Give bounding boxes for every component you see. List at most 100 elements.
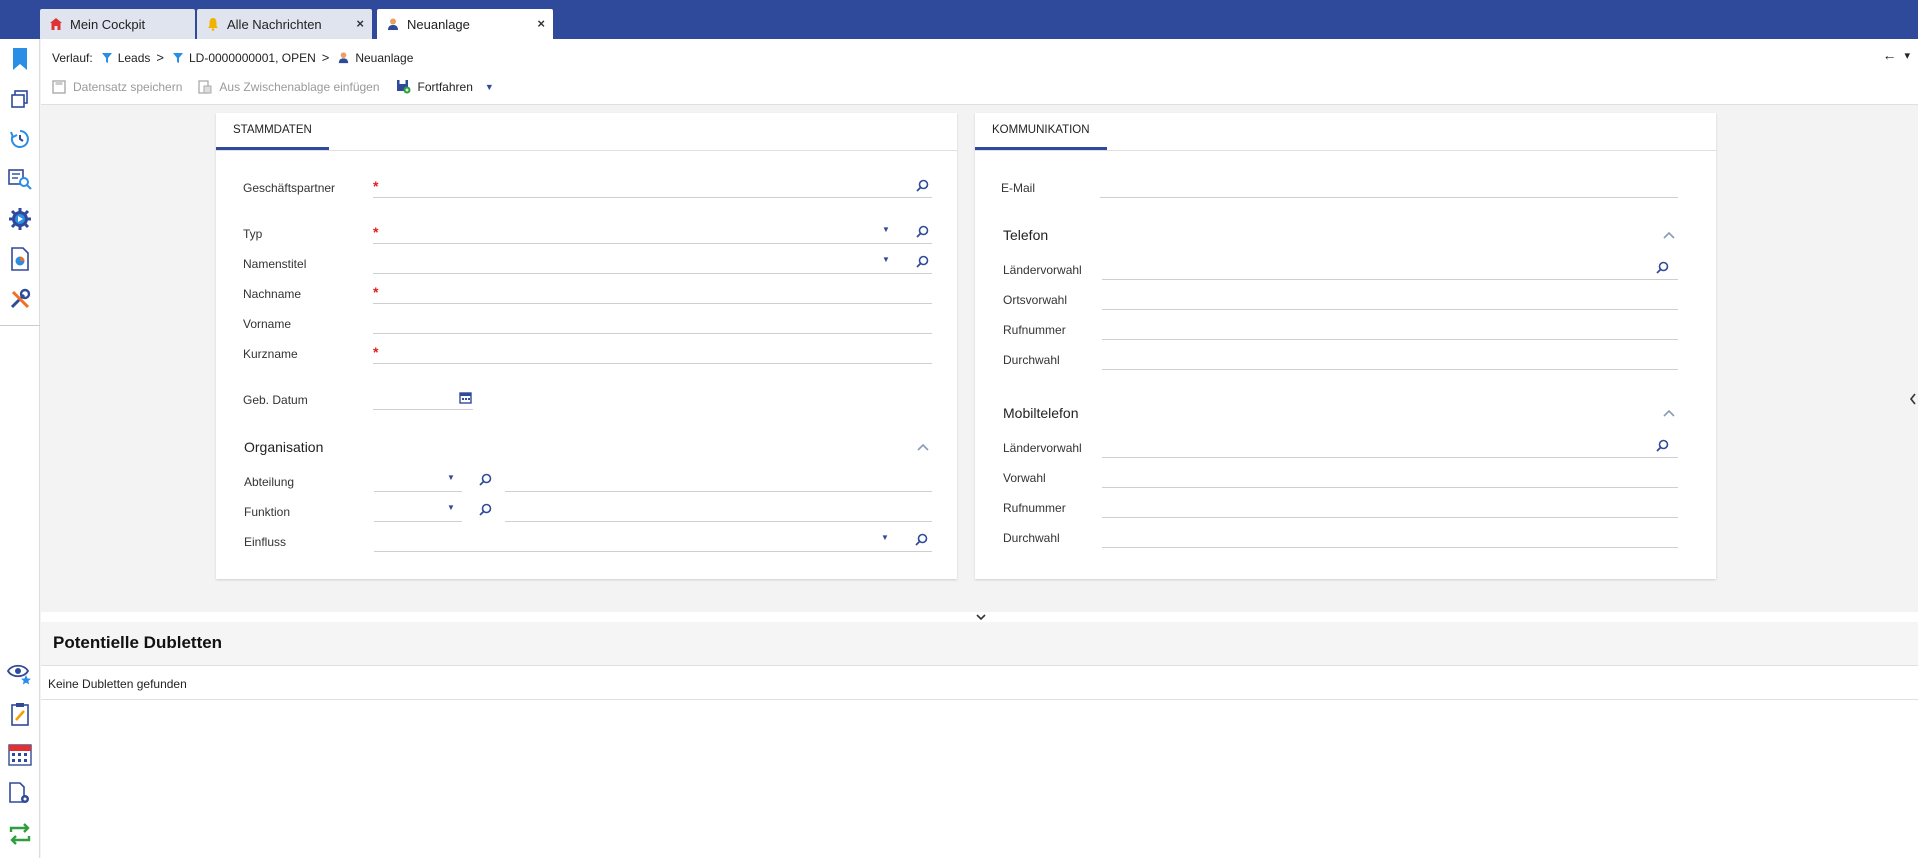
dubletten-header: Potentielle Dubletten xyxy=(41,622,1918,666)
email-label: E-Mail xyxy=(1001,181,1036,195)
report-icon[interactable] xyxy=(6,245,34,273)
clipboard-edit-icon[interactable] xyxy=(6,700,34,728)
chevron-down-icon[interactable]: ▼ xyxy=(881,533,889,542)
mobil-durchwahl-label: Durchwahl xyxy=(1003,531,1060,545)
chevron-down-icon[interactable]: ▼ xyxy=(485,82,494,92)
search-list-icon[interactable] xyxy=(6,165,34,193)
collapse-chevron-up-icon[interactable] xyxy=(1663,231,1675,239)
required-marker: * xyxy=(373,178,379,194)
telefon-durchwahl-input[interactable] xyxy=(1102,369,1678,370)
geschaeftspartner-input[interactable] xyxy=(373,197,932,198)
paste-from-clipboard-button[interactable]: Aus Zwischenablage einfügen xyxy=(198,79,380,94)
telefon-ortsvorwahl-input[interactable] xyxy=(1102,309,1678,310)
telefon-rufnummer-label: Rufnummer xyxy=(1003,323,1066,337)
namenstitel-label: Namenstitel xyxy=(243,257,307,271)
breadcrumb-separator: > xyxy=(156,50,164,65)
vorname-label: Vorname xyxy=(243,317,292,331)
tab-stammdaten[interactable]: STAMMDATEN xyxy=(216,113,329,150)
search-icon[interactable] xyxy=(915,533,928,546)
telefon-laendervorwahl-label: Ländervorwahl xyxy=(1003,263,1082,277)
nachname-label: Nachname xyxy=(243,287,302,301)
calendar-icon[interactable] xyxy=(6,740,34,768)
bookmark-icon[interactable] xyxy=(6,45,34,73)
vorname-input[interactable] xyxy=(373,333,932,334)
search-icon[interactable] xyxy=(916,255,929,268)
home-icon xyxy=(48,16,64,32)
dubletten-title: Potentielle Dubletten xyxy=(53,633,223,652)
tab-neuanlage[interactable]: Neuanlage × xyxy=(377,9,553,39)
telefon-rufnummer-input[interactable] xyxy=(1102,339,1678,340)
continue-button[interactable]: Fortfahren ▼ xyxy=(396,79,494,94)
typ-select[interactable] xyxy=(373,243,932,244)
telefon-durchwahl-label: Durchwahl xyxy=(1003,353,1060,367)
filter-icon xyxy=(101,52,112,63)
required-marker: * xyxy=(373,284,379,300)
abteilung-select[interactable] xyxy=(374,491,462,492)
tab-mein-cockpit[interactable]: Mein Cockpit xyxy=(40,9,195,39)
mobiltelefon-section-title: Mobiltelefon xyxy=(1003,405,1079,421)
collapse-chevron-up-icon[interactable] xyxy=(1663,409,1675,417)
email-input[interactable] xyxy=(1100,197,1678,198)
search-icon[interactable] xyxy=(916,225,929,238)
funktion-text-input[interactable] xyxy=(505,521,932,522)
required-marker: * xyxy=(373,224,379,240)
geb-datum-input[interactable] xyxy=(373,409,473,410)
mobil-rufnummer-input[interactable] xyxy=(1102,517,1678,518)
close-icon[interactable]: × xyxy=(356,16,364,31)
collapse-chevron-up-icon[interactable] xyxy=(917,443,929,451)
expand-right-panel-icon[interactable] xyxy=(1909,393,1917,405)
search-icon[interactable] xyxy=(479,503,492,516)
mobil-laendervorwahl-input[interactable] xyxy=(1102,457,1678,458)
toolbar: Datensatz speichern Aus Zwischenablage e… xyxy=(52,79,510,94)
kurzname-label: Kurzname xyxy=(243,347,298,361)
mobil-rufnummer-label: Rufnummer xyxy=(1003,501,1066,515)
breadcrumb-item-lead-record[interactable]: LD-0000000001, OPEN xyxy=(172,51,316,65)
document-settings-icon[interactable] xyxy=(6,780,34,808)
organisation-section-title: Organisation xyxy=(244,439,324,455)
chevron-down-icon[interactable]: ▼ xyxy=(882,225,890,234)
breadcrumb-item-leads[interactable]: Leads xyxy=(101,51,150,65)
tab-alle-nachrichten[interactable]: Alle Nachrichten × xyxy=(197,9,372,39)
top-tab-bar: Mein Cockpit Alle Nachrichten × Neuanlag… xyxy=(0,0,1918,39)
nachname-input[interactable] xyxy=(373,303,932,304)
geschaeftspartner-label: Geschäftspartner xyxy=(243,181,336,195)
mobil-durchwahl-input[interactable] xyxy=(1102,547,1678,548)
chevron-down-icon[interactable]: ▼ xyxy=(882,255,890,264)
breadcrumb-item-neuanlage[interactable]: Neuanlage xyxy=(337,51,413,65)
namenstitel-select[interactable] xyxy=(373,273,932,274)
history-menu-icon[interactable]: ▾ xyxy=(1904,49,1910,62)
gear-play-icon[interactable] xyxy=(6,205,34,233)
history-icon[interactable] xyxy=(6,125,34,153)
kommunikation-panel: KOMMUNIKATION E-Mail Telefon Ländervorwa… xyxy=(975,113,1716,579)
search-icon[interactable] xyxy=(1656,439,1669,452)
close-icon[interactable]: × xyxy=(537,16,545,31)
search-icon[interactable] xyxy=(1656,261,1669,274)
save-record-button[interactable]: Datensatz speichern xyxy=(52,80,182,94)
chevron-down-icon[interactable] xyxy=(976,614,986,621)
splitter[interactable] xyxy=(41,612,1918,622)
sync-arrows-icon[interactable] xyxy=(6,820,34,848)
watch-star-icon[interactable] xyxy=(6,660,34,688)
mobil-vorwahl-input[interactable] xyxy=(1102,487,1678,488)
bell-icon xyxy=(205,16,221,32)
kurzname-input[interactable] xyxy=(373,363,932,364)
funktion-label: Funktion xyxy=(244,505,291,519)
tools-icon[interactable] xyxy=(6,285,34,313)
search-icon[interactable] xyxy=(479,473,492,486)
stammdaten-panel: STAMMDATEN Geschäftspartner * Typ * ▼ Na… xyxy=(216,113,957,579)
chevron-down-icon[interactable]: ▼ xyxy=(447,503,455,512)
main-area: Verlauf: Leads > LD-0000000001, OPEN > N… xyxy=(41,39,1918,858)
windows-icon[interactable] xyxy=(6,85,34,113)
mobil-vorwahl-label: Vorwahl xyxy=(1003,471,1046,485)
funktion-select[interactable] xyxy=(374,521,462,522)
einfluss-select[interactable] xyxy=(374,551,932,552)
calendar-icon[interactable] xyxy=(459,391,472,404)
dubletten-empty-row: Keine Dubletten gefunden xyxy=(41,666,1918,700)
search-icon[interactable] xyxy=(916,179,929,192)
back-arrow-icon[interactable]: ← xyxy=(1882,47,1896,63)
paste-icon xyxy=(198,79,212,94)
chevron-down-icon[interactable]: ▼ xyxy=(447,473,455,482)
telefon-laendervorwahl-input[interactable] xyxy=(1102,279,1678,280)
abteilung-text-input[interactable] xyxy=(505,491,932,492)
tab-kommunikation[interactable]: KOMMUNIKATION xyxy=(975,113,1107,150)
